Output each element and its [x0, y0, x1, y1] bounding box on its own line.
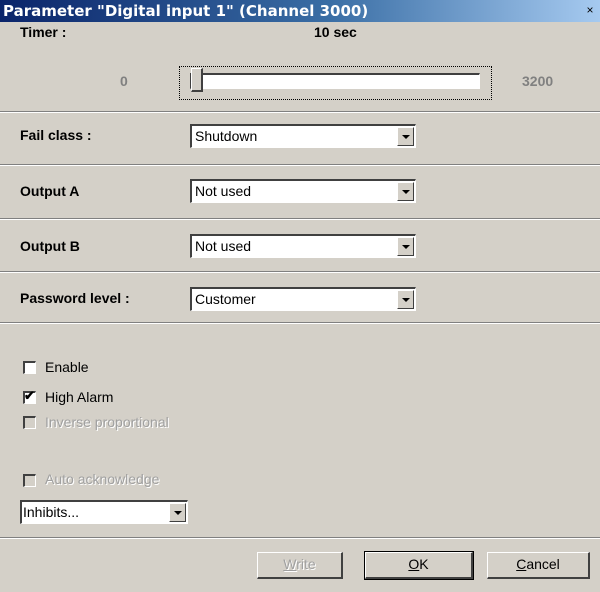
enable-label[interactable]: Enable	[45, 359, 89, 375]
ok-button[interactable]: OK	[364, 551, 474, 580]
cancel-button-mnemonic: C	[516, 556, 527, 572]
password-level-select[interactable]: Customer	[190, 287, 416, 311]
chevron-down-icon[interactable]	[397, 290, 414, 309]
timer-slider-thumb[interactable]	[191, 68, 203, 92]
output-a-label: Output A	[20, 183, 80, 199]
write-button-label: rite	[296, 556, 316, 572]
window-title: Parameter "Digital input 1" (Channel 300…	[3, 2, 369, 20]
divider	[0, 218, 600, 220]
cancel-button-label: ancel	[526, 556, 560, 572]
ok-button-label: K	[419, 556, 429, 572]
output-b-select[interactable]: Not used	[190, 234, 416, 258]
timer-max-label: 3200	[522, 73, 554, 89]
timer-min-label: 0	[120, 73, 128, 89]
fail-class-value: Shutdown	[195, 128, 258, 144]
chevron-down-icon[interactable]	[169, 503, 186, 522]
write-button-mnemonic: W	[283, 556, 297, 572]
timer-slider-track[interactable]	[190, 73, 480, 89]
output-a-value: Not used	[195, 183, 252, 199]
high-alarm-checkbox[interactable]: ✔	[23, 388, 36, 404]
inhibits-select[interactable]: Inhibits...	[20, 500, 188, 524]
divider	[0, 164, 600, 166]
write-button: Write	[257, 552, 343, 579]
divider	[0, 111, 600, 113]
title-bar: Parameter "Digital input 1" (Channel 300…	[0, 0, 600, 22]
inverse-proportional-checkbox	[23, 416, 36, 429]
inhibits-value: Inhibits...	[23, 504, 80, 520]
output-b-value: Not used	[195, 238, 252, 254]
cancel-button[interactable]: Cancel	[487, 552, 590, 579]
enable-checkbox[interactable]	[23, 361, 36, 374]
chevron-down-icon[interactable]	[397, 237, 414, 256]
password-level-value: Customer	[195, 291, 256, 307]
checkmark-icon: ✔	[24, 388, 35, 403]
output-a-select[interactable]: Not used	[190, 179, 416, 203]
chevron-down-icon[interactable]	[397, 127, 414, 146]
output-b-label: Output B	[20, 238, 80, 254]
fail-class-select[interactable]: Shutdown	[190, 124, 416, 148]
inverse-proportional-label: Inverse proportional	[45, 414, 169, 430]
close-icon[interactable]: ×	[582, 2, 598, 18]
password-level-label: Password level :	[20, 290, 130, 306]
fail-class-label: Fail class :	[20, 127, 92, 143]
timer-value: 10 sec	[314, 24, 357, 40]
auto-acknowledge-checkbox	[23, 474, 36, 487]
divider	[0, 322, 600, 324]
chevron-down-icon[interactable]	[397, 182, 414, 201]
timer-label: Timer :	[20, 24, 67, 40]
divider	[0, 271, 600, 273]
ok-button-mnemonic: O	[408, 556, 420, 572]
auto-acknowledge-label: Auto acknowledge	[45, 471, 160, 487]
divider	[0, 537, 600, 539]
high-alarm-label[interactable]: High Alarm	[45, 389, 113, 405]
